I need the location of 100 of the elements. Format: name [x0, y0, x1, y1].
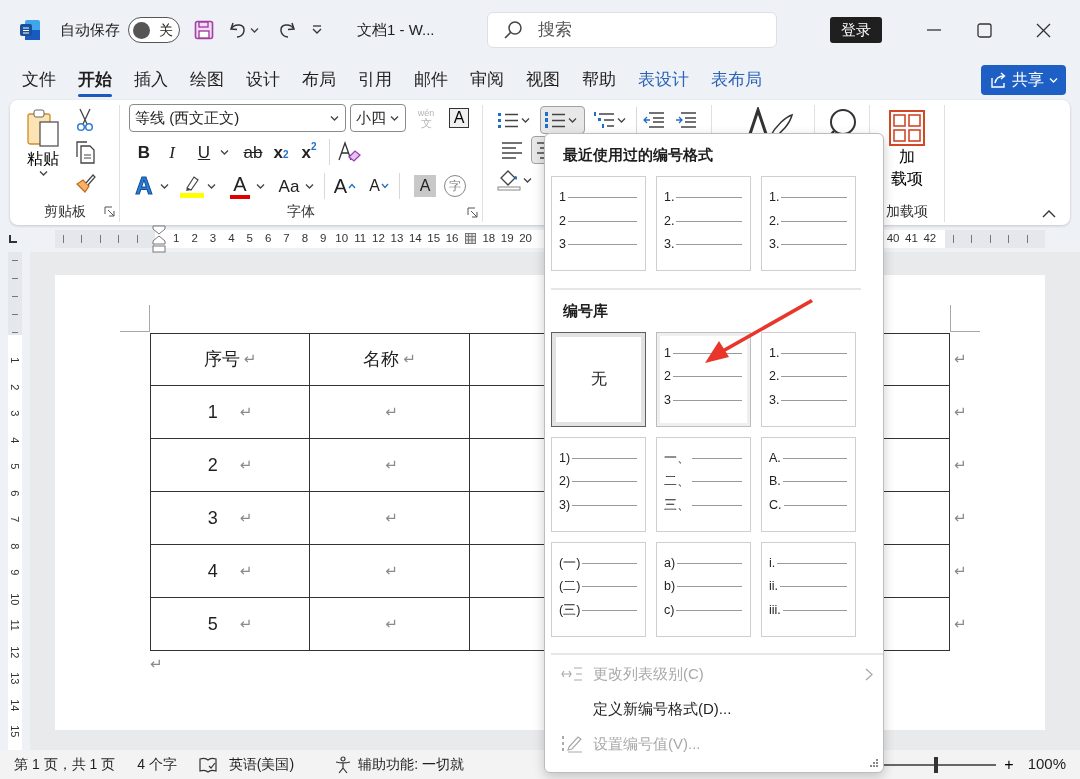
- format-button[interactable]: ab: [239, 138, 267, 166]
- ruler-number: 10: [8, 592, 23, 605]
- dialog-launcher-icon[interactable]: [104, 206, 115, 217]
- ribbon-tab[interactable]: 表设计: [638, 63, 689, 97]
- dialog-launcher-icon[interactable]: [467, 207, 478, 218]
- tab-stop-icon[interactable]: [8, 233, 18, 244]
- numbering-format-tile[interactable]: 无: [551, 331, 646, 427]
- ruler-number: 8: [8, 542, 23, 549]
- save-icon[interactable]: [194, 20, 214, 40]
- numbering-format-tile[interactable]: 1. 2. 3.: [761, 175, 856, 271]
- paragraph-mark: ↵: [150, 654, 163, 674]
- ribbon-tab[interactable]: 表布局: [711, 63, 762, 97]
- ruler-number: 2: [190, 232, 199, 245]
- zoom-in-button[interactable]: +: [1004, 752, 1014, 777]
- caret-icon[interactable]: [220, 148, 229, 156]
- ribbon-tab[interactable]: 开始: [78, 63, 112, 97]
- column-marker-icon[interactable]: [464, 233, 476, 244]
- grow-font-button[interactable]: A: [331, 172, 359, 200]
- ribbon-tab[interactable]: 文件: [22, 63, 56, 97]
- ribbon-tab[interactable]: 插入: [134, 63, 168, 97]
- change-case-button[interactable]: Aa: [275, 172, 303, 200]
- copy-icon[interactable]: [74, 140, 96, 164]
- menu-item[interactable]: 定义新编号格式(D)...: [545, 691, 883, 727]
- ribbon-tab[interactable]: 引用: [358, 63, 392, 97]
- character-shading-button[interactable]: A: [414, 175, 436, 197]
- font-color-button[interactable]: A: [226, 172, 254, 200]
- search-field[interactable]: 搜索: [487, 12, 777, 48]
- share-icon: [989, 71, 1007, 89]
- scissors-icon[interactable]: [74, 108, 96, 132]
- ribbon-tab[interactable]: 布局: [302, 63, 336, 97]
- caret-icon[interactable]: [523, 176, 532, 184]
- row-end-mark: ↵: [954, 455, 967, 476]
- shrink-font-button[interactable]: A: [365, 172, 393, 200]
- format-button[interactable]: U: [190, 138, 218, 166]
- numbering-format-tile[interactable]: 1 2 3: [551, 175, 646, 271]
- numbering-format-tile[interactable]: 1) 2) 3): [551, 436, 646, 532]
- sign-in-button[interactable]: 登录: [830, 16, 882, 44]
- ruler-number: 19: [499, 232, 515, 245]
- decrease-indent-icon[interactable]: [643, 110, 665, 130]
- caret-icon: [390, 114, 399, 122]
- ribbon-tab[interactable]: 帮助: [582, 63, 616, 97]
- undo-icon[interactable]: [228, 20, 248, 40]
- indent-marker-icon[interactable]: [152, 224, 166, 253]
- zoom-level[interactable]: 100%: [1027, 753, 1066, 776]
- collapse-ribbon-icon[interactable]: [1042, 209, 1056, 218]
- numbering-format-tile[interactable]: 1 2 3: [656, 331, 751, 427]
- resize-grip-icon[interactable]: [870, 759, 879, 768]
- caret-icon[interactable]: [617, 116, 626, 124]
- bullet-list-icon[interactable]: [497, 110, 519, 130]
- text-effect-button[interactable]: A: [130, 172, 158, 200]
- font-size-dropdown[interactable]: 小四: [350, 104, 406, 132]
- caret-icon[interactable]: [521, 116, 530, 124]
- paragraph-mark: ↵: [385, 454, 398, 475]
- maximize-icon[interactable]: [977, 22, 992, 38]
- numbering-button[interactable]: [540, 106, 585, 134]
- numbering-format-tile[interactable]: 1. 2. 3.: [656, 175, 751, 271]
- increase-indent-icon[interactable]: [675, 110, 697, 130]
- clear-formatting-icon[interactable]: [336, 140, 362, 164]
- caret-icon[interactable]: [160, 182, 169, 190]
- ribbon-tab[interactable]: 审阅: [470, 63, 504, 97]
- numbering-format-tile[interactable]: (一) (二) (三): [551, 541, 646, 637]
- ruler-number: 4: [8, 436, 23, 443]
- highlighter-icon[interactable]: [179, 174, 205, 198]
- caret-icon[interactable]: [207, 182, 216, 190]
- numbering-format-tile[interactable]: A. B. C.: [761, 436, 856, 532]
- customize-toolbar-icon[interactable]: [311, 24, 323, 36]
- language-status[interactable]: 英语(美国): [228, 754, 295, 775]
- numbering-format-tile[interactable]: 1. 2. 3.: [761, 331, 856, 427]
- character-border-button[interactable]: A: [449, 108, 469, 128]
- multilevel-list-icon[interactable]: [593, 110, 615, 130]
- accessibility-status[interactable]: 辅助功能: 一切就: [358, 754, 464, 775]
- close-icon[interactable]: [1036, 22, 1051, 38]
- book-check-icon[interactable]: [198, 756, 217, 773]
- ribbon-tab[interactable]: 设计: [246, 63, 280, 97]
- ribbon-tab[interactable]: 绘图: [190, 63, 224, 97]
- ribbon-tab[interactable]: 邮件: [414, 63, 448, 97]
- table-cell-text: 3: [207, 506, 218, 530]
- format-button[interactable]: B: [130, 138, 158, 166]
- paint-bucket-icon[interactable]: [497, 169, 521, 191]
- redo-icon[interactable]: [277, 20, 297, 40]
- word-count[interactable]: 4 个字: [137, 754, 177, 775]
- caret-icon[interactable]: [305, 182, 314, 190]
- font-name-dropdown[interactable]: 等线 (西文正文): [129, 104, 346, 132]
- format-button[interactable]: I: [158, 138, 186, 166]
- caret-icon[interactable]: [250, 26, 259, 34]
- share-button[interactable]: 共享: [981, 65, 1066, 95]
- page-count[interactable]: 第 1 页，共 1 页: [14, 754, 116, 775]
- caret-icon[interactable]: [256, 182, 265, 190]
- paste-button[interactable]: 粘贴: [26, 108, 60, 200]
- format-button[interactable]: x$^{2}$: [295, 138, 323, 166]
- accessibility-icon[interactable]: [334, 755, 353, 774]
- numbering-format-tile[interactable]: 一、 二、 三、: [656, 436, 751, 532]
- numbering-format-tile[interactable]: i. ii. iii.: [761, 541, 856, 637]
- autosave-toggle[interactable]: 关: [128, 17, 180, 43]
- add-ins-button[interactable]: 加 载项: [889, 110, 925, 190]
- ribbon-tab[interactable]: 视图: [526, 63, 560, 97]
- paragraph-mark: ↵: [385, 560, 398, 581]
- group-label: 加载项: [886, 201, 928, 221]
- clipboard-icon: [26, 108, 60, 148]
- numbering-format-tile[interactable]: a) b) c): [656, 541, 751, 637]
